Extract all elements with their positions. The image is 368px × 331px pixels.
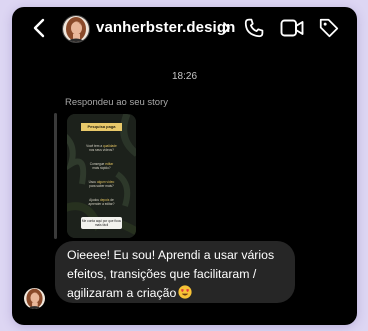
message-line: agilizaram a criação [67,284,295,303]
avatar[interactable] [62,15,90,43]
chat-header: vanherbster.design [12,7,357,51]
smiling-face-with-heart-eyes-icon [178,285,192,299]
tag-icon[interactable] [318,17,340,39]
video-camera-icon[interactable] [280,18,304,38]
story-question-box: Me conta aqui por que ficou mais fácil [81,217,122,229]
story-text-line: mais rápido? [92,166,111,170]
story-thumbnail[interactable]: Pesquisa paga Você tem a qualidade nos s… [67,114,136,238]
chat-username[interactable]: vanherbster.design [96,19,235,36]
chat-window: vanherbster.design 18:26 Respondeu ao se… [12,7,357,325]
story-reply-label: Respondeu ao seu story [65,97,168,108]
story-text-line: nos seus vídeos? [89,148,114,152]
reply-indicator-bar [54,113,57,239]
story-text-line: para saber mais? [89,184,114,188]
message-timestamp: 18:26 [171,71,198,82]
chevron-right-icon[interactable] [221,21,231,35]
chevron-left-icon[interactable] [30,17,50,39]
sender-avatar[interactable] [24,288,45,309]
story-text-line: aprender a editar? [88,202,115,206]
message-bubble[interactable]: Oieeee! Eu sou! Aprendi a usar vários ef… [55,241,295,303]
message-line: Oieeee! Eu sou! Aprendi a usar vários [67,248,275,262]
phone-icon[interactable] [243,17,265,39]
story-title: Pesquisa paga [81,123,122,131]
message-line: efeitos, transições que facilitaram / [67,267,257,281]
